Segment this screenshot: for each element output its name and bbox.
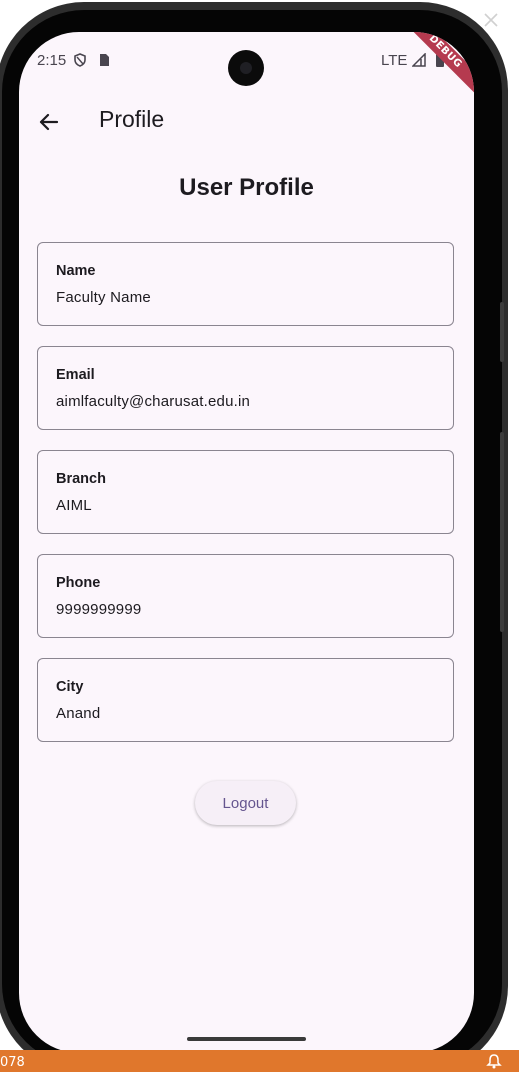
page-heading: User Profile — [179, 174, 314, 201]
profile-field-branch: Branch AIML — [37, 450, 454, 534]
shield-icon — [74, 53, 86, 67]
arrow-left-icon[interactable] — [37, 110, 61, 134]
close-icon[interactable] — [481, 10, 501, 30]
status-time: 2:15 — [37, 52, 67, 69]
signal-icon — [412, 53, 426, 67]
network-type: LTE — [381, 52, 408, 69]
app-bar-title: Profile — [99, 106, 165, 132]
field-label: Email — [56, 367, 95, 383]
logout-button[interactable]: Logout — [195, 781, 296, 825]
field-value: AIML — [56, 497, 92, 514]
field-value: Faculty Name — [56, 289, 151, 306]
field-label: Name — [56, 263, 96, 279]
notification-bell-icon[interactable] — [485, 1053, 503, 1069]
field-label: Phone — [56, 575, 101, 591]
emulator-stage: 2:15 LTE DEBUG Profile User Profile Name… — [0, 0, 519, 1072]
profile-field-name: Name Faculty Name — [37, 242, 454, 326]
field-value: aimlfaculty@charusat.edu.in — [56, 393, 251, 410]
side-button — [500, 432, 504, 632]
phone-frame: 2:15 LTE DEBUG Profile User Profile Name… — [0, 2, 508, 1072]
field-value: 9999999999 — [56, 601, 142, 618]
phone-screen: 2:15 LTE DEBUG Profile User Profile Name… — [19, 32, 474, 1053]
front-camera — [228, 50, 264, 86]
profile-field-email: Email aimlfaculty@charusat.edu.in — [37, 346, 454, 430]
field-label: Branch — [56, 471, 106, 487]
field-label: City — [56, 679, 84, 695]
home-indicator[interactable] — [187, 1037, 306, 1041]
sim-card-icon — [100, 54, 109, 66]
host-window-edge — [513, 0, 519, 640]
taskbar-text: 078 — [0, 1055, 25, 1070]
profile-field-city: City Anand — [37, 658, 454, 742]
profile-field-phone: Phone 9999999999 — [37, 554, 454, 638]
field-value: Anand — [56, 705, 101, 722]
host-taskbar: 078 — [0, 1050, 519, 1072]
volume-button — [500, 302, 504, 362]
